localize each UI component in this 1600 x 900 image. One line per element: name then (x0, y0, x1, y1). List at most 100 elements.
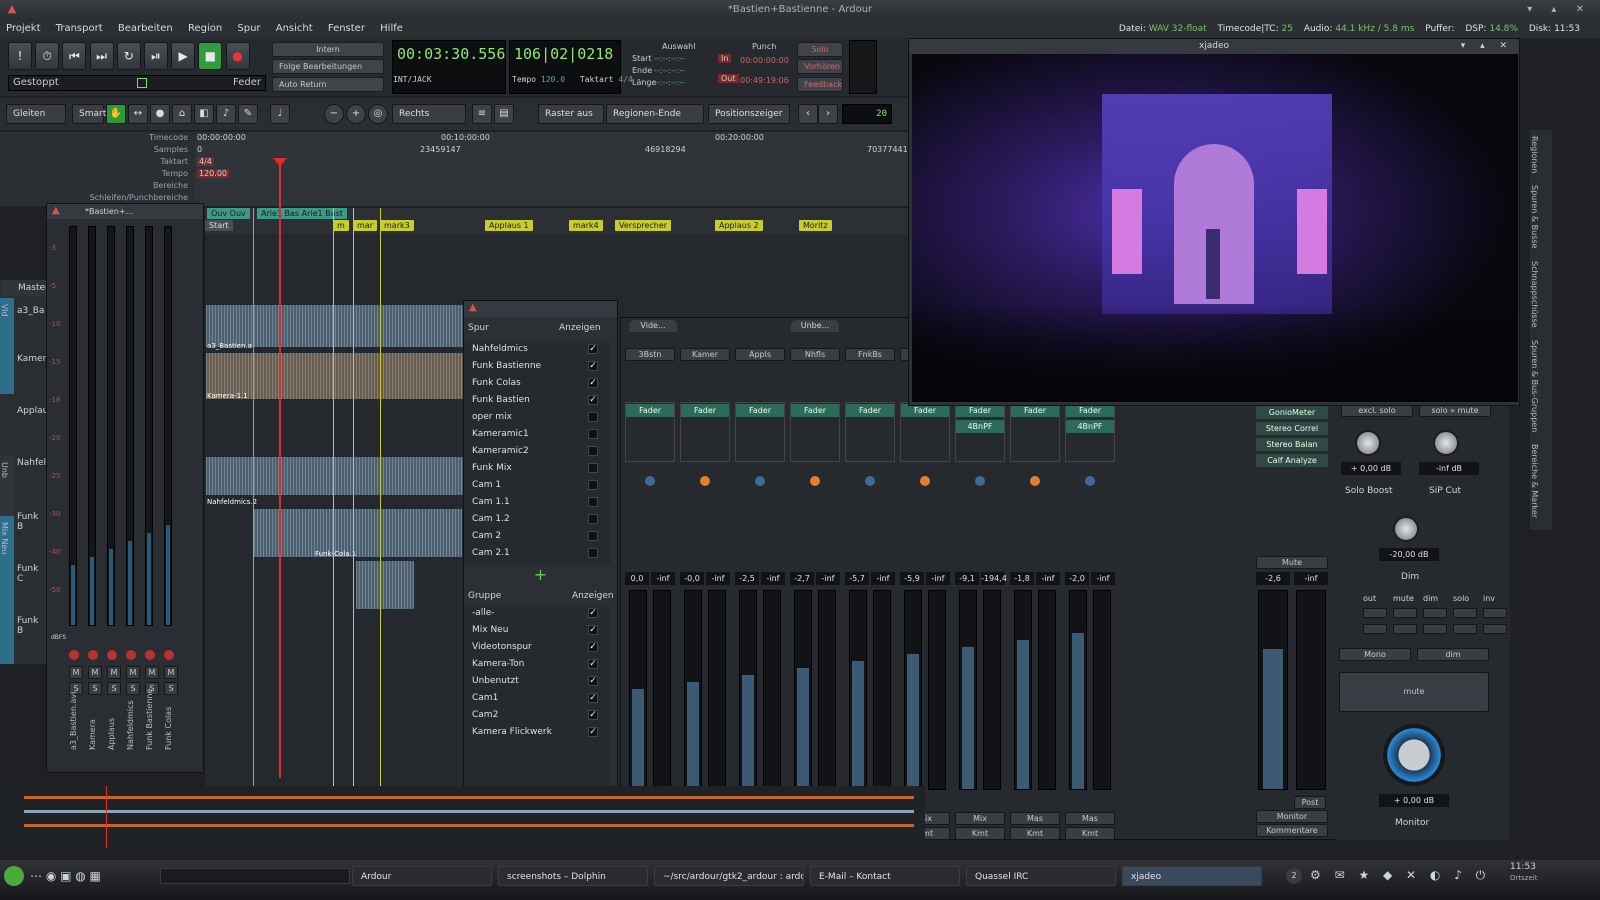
play-range-icon[interactable]: ⏯ (143, 42, 168, 70)
panner-icon[interactable] (920, 476, 930, 486)
task-3[interactable]: E-Mail – Kontact (810, 866, 960, 886)
master-gain-value[interactable]: -2,6 (1256, 572, 1290, 585)
processor-box[interactable] (955, 402, 1005, 462)
taskbar-clock[interactable]: 11:53 (1510, 862, 1536, 872)
workspace-indicator[interactable]: 2 (1286, 868, 1302, 884)
gain-value[interactable]: -9,1 (955, 572, 979, 585)
group-visible-checkbox[interactable]: ✓ (588, 642, 598, 652)
meter-marker[interactable]: 4/4 (197, 157, 214, 166)
tempo-marker[interactable]: 120.00 (197, 169, 229, 178)
comments-button[interactable]: Kmt (1065, 827, 1115, 840)
track-list-item[interactable]: Cam 2 (464, 528, 610, 545)
monitor-level-knob-icon[interactable] (1383, 724, 1445, 786)
marker-applaus2[interactable]: Applaus 2 (715, 220, 763, 231)
edit-point-select[interactable]: Positionszeiger (708, 104, 790, 124)
nudge-forward-icon[interactable]: › (818, 104, 838, 124)
menu-transport[interactable]: Transport (56, 23, 103, 34)
processor-box[interactable] (790, 402, 840, 462)
channel-fader[interactable] (904, 590, 922, 790)
track-visible-checkbox[interactable]: ✓ (588, 344, 598, 354)
summary-pane[interactable] (0, 786, 925, 848)
group-list-item[interactable]: Mix Neu ✓ (464, 622, 610, 639)
internal-edit-icon[interactable]: ♩ (270, 104, 290, 124)
processor-box[interactable] (735, 402, 785, 462)
panner-icon[interactable] (865, 476, 875, 486)
cut-tool-icon[interactable]: ● (150, 104, 170, 124)
track-visible-checkbox[interactable] (588, 548, 598, 558)
output-button[interactable]: Mas (1065, 812, 1115, 825)
range-marker[interactable]: Ouv Ouv (207, 208, 250, 219)
track-visible-checkbox[interactable] (588, 497, 598, 507)
master-plugin-button[interactable]: Stereo Correl (1256, 422, 1328, 435)
track-name[interactable]: Funk B (17, 512, 46, 532)
track-visible-checkbox[interactable] (588, 531, 598, 541)
punch-in-value[interactable]: 00:00:00:00 (740, 56, 789, 65)
menu-fenster[interactable]: Fenster (328, 23, 365, 34)
marker-start[interactable]: Start (205, 220, 233, 231)
group-visible-checkbox[interactable]: ✓ (588, 693, 598, 703)
marker-mar[interactable]: mar (353, 220, 377, 231)
monitor-mute-button[interactable]: mute (1339, 672, 1489, 712)
gain-value[interactable]: -0,0 (680, 572, 704, 585)
marker-moritz[interactable]: Moritz (799, 220, 832, 231)
channel-fader[interactable] (629, 590, 647, 790)
edit-mode-select[interactable]: Gleiten (6, 104, 66, 124)
track-name[interactable]: Funk C (17, 564, 46, 584)
loop-icon[interactable]: ↻ (116, 42, 141, 70)
monitor-left-toggle[interactable] (1453, 608, 1477, 618)
monitor-right-toggle[interactable] (1453, 624, 1477, 634)
processor-box[interactable] (1010, 402, 1060, 462)
track-visible-checkbox[interactable]: ✓ (588, 395, 598, 405)
solo-boost-knob-icon[interactable] (1355, 430, 1381, 456)
task-4[interactable]: Quassel IRC (966, 866, 1116, 886)
track-visible-checkbox[interactable] (588, 514, 598, 524)
gain-value[interactable]: -2,0 (1065, 572, 1089, 585)
nudge-back-icon[interactable]: ‹ (798, 104, 818, 124)
group-list-item[interactable]: Kamera-Ton ✓ (464, 656, 610, 673)
feedback-button[interactable]: Feedback (797, 77, 843, 92)
punch-out-value[interactable]: 00:49:19:06 (740, 76, 789, 85)
tab-schnappschuesse[interactable]: Schnappschüsse (1530, 255, 1539, 334)
tab-regionen[interactable]: Regionen (1530, 130, 1539, 179)
panner-icon[interactable] (1030, 476, 1040, 486)
zoom-out-icon[interactable]: − (324, 104, 344, 124)
auto-return-button[interactable]: Auto Return (272, 77, 384, 92)
panner-icon[interactable] (975, 476, 985, 486)
master-comments-button[interactable]: Kommentare (1256, 824, 1328, 837)
video-window-controls-icon[interactable]: ▾ ▴ ✕ (1461, 39, 1513, 54)
group-visible-checkbox[interactable]: ✓ (588, 608, 598, 618)
launcher-icons[interactable]: ⋯ ◉ ▣ ◍ ▦ (30, 869, 101, 883)
draw-tool-icon[interactable]: ✎ (238, 104, 258, 124)
strip-name-button[interactable]: Appls (735, 348, 785, 361)
strip-name-button[interactable]: Nhfls (790, 348, 840, 361)
track-name[interactable]: Applau (17, 406, 48, 416)
punch-out-button[interactable]: Out (718, 74, 739, 83)
track-list-item[interactable]: Funk Colas ✓ (464, 375, 610, 392)
task-5[interactable]: xjadeo (1122, 866, 1262, 886)
group-visible-checkbox[interactable]: ✓ (588, 710, 598, 720)
monitor-left-toggle[interactable] (1393, 608, 1417, 618)
master-mute-button[interactable]: Mute (1256, 556, 1328, 569)
marker-m[interactable]: m (333, 220, 349, 231)
primary-clock[interactable]: 00:03:30.556 INT/JACK (392, 40, 506, 94)
output-button[interactable]: Mas (1010, 812, 1060, 825)
track-list-item[interactable]: Kameramic2 (464, 443, 610, 460)
pager[interactable] (160, 868, 350, 884)
group-list-item[interactable]: Cam2 ✓ (464, 707, 610, 724)
ruler-area[interactable]: 00:00:00:00 00:10:00:00 00:20:00:00 0 23… (195, 132, 925, 206)
strip-name-button[interactable]: FnkBs (845, 348, 895, 361)
sip-cut-knob-icon[interactable] (1433, 430, 1459, 456)
monitor-right-toggle[interactable] (1483, 624, 1507, 634)
mono-button[interactable]: Mono (1339, 648, 1411, 661)
master-plugin-button[interactable]: Stereo Balan (1256, 438, 1328, 451)
expand-tracks-icon[interactable]: ▤ (494, 104, 514, 124)
group-visible-checkbox[interactable]: ✓ (588, 727, 598, 737)
channel-fader[interactable] (1069, 590, 1087, 790)
audio-region[interactable] (205, 456, 465, 496)
stop-icon[interactable]: ■ (198, 42, 223, 70)
panner-icon[interactable] (645, 476, 655, 486)
playhead[interactable] (279, 158, 281, 778)
track-list-item[interactable]: Nahfeldmics ✓ (464, 341, 610, 358)
panner-icon[interactable] (810, 476, 820, 486)
channel-fader[interactable] (684, 590, 702, 790)
